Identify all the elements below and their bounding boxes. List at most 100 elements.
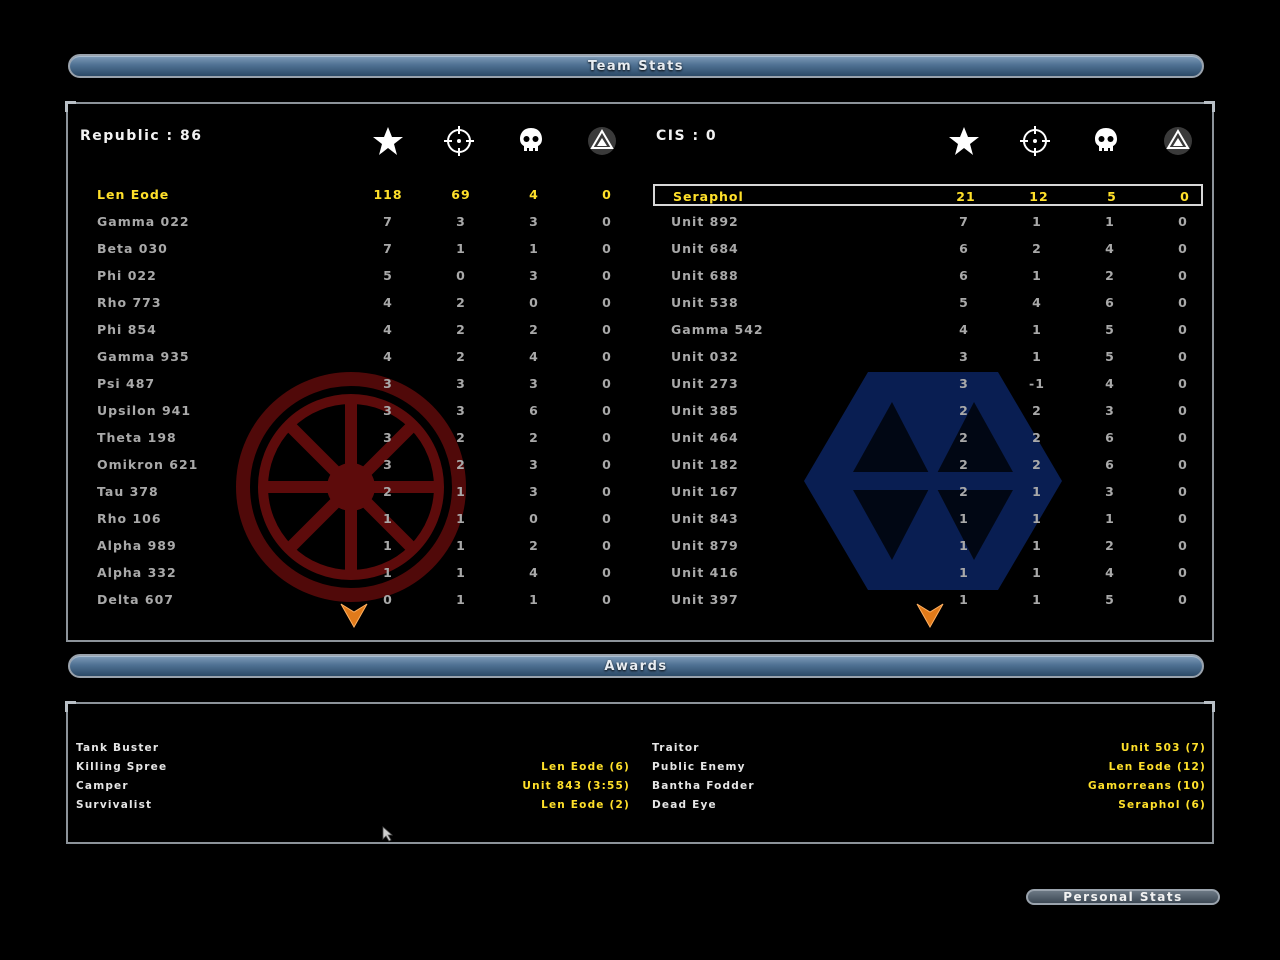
- cis-player-row-highlighted[interactable]: Seraphol 21 12 5 0: [653, 184, 1203, 206]
- player-kills: 3: [456, 214, 466, 229]
- republic-player-row[interactable]: Rho 773 4 2 0 0: [68, 292, 618, 314]
- player-deaths: 2: [1105, 538, 1115, 553]
- cis-player-row[interactable]: Unit 416 1 1 4 0: [653, 562, 1203, 584]
- player-name: Unit 843: [671, 511, 739, 526]
- cis-player-row[interactable]: Unit 385 2 2 3 0: [653, 400, 1203, 422]
- cis-player-row[interactable]: Unit 892 7 1 1 0: [653, 211, 1203, 233]
- republic-player-row[interactable]: Beta 030 7 1 1 0: [68, 238, 618, 260]
- player-cp: 0: [1178, 376, 1188, 391]
- award-winner: Len Eode (2): [541, 799, 630, 811]
- player-cp: 0: [602, 187, 612, 202]
- player-kills: 1: [456, 241, 466, 256]
- republic-player-row[interactable]: Gamma 022 7 3 3 0: [68, 211, 618, 233]
- player-points: 1: [959, 538, 969, 553]
- player-deaths: 0: [529, 511, 539, 526]
- republic-player-row[interactable]: Alpha 989 1 1 2 0: [68, 535, 618, 557]
- player-points: 4: [383, 295, 393, 310]
- cis-player-row[interactable]: Unit 032 3 1 5 0: [653, 346, 1203, 368]
- personal-stats-button[interactable]: Personal Stats: [1026, 889, 1220, 905]
- republic-player-row[interactable]: Gamma 935 4 2 4 0: [68, 346, 618, 368]
- republic-player-row-highlighted[interactable]: Len Eode 118 69 4 0: [68, 184, 618, 206]
- cis-player-row[interactable]: Unit 684 6 2 4 0: [653, 238, 1203, 260]
- player-points: 3: [959, 349, 969, 364]
- cis-player-row[interactable]: Unit 167 2 1 3 0: [653, 481, 1203, 503]
- cis-player-row[interactable]: Gamma 542 4 1 5 0: [653, 319, 1203, 341]
- player-kills: -1: [1029, 376, 1045, 391]
- republic-player-row[interactable]: Tau 378 2 1 3 0: [68, 481, 618, 503]
- player-name: Phi 854: [97, 322, 157, 337]
- republic-scroll-down-arrow-icon[interactable]: [340, 602, 368, 628]
- team-stats-header: Team Stats: [68, 54, 1204, 78]
- player-kills: 12: [1029, 189, 1049, 204]
- republic-player-row[interactable]: Psi 487 3 3 3 0: [68, 373, 618, 395]
- player-kills: 1: [456, 511, 466, 526]
- player-deaths: 1: [1105, 511, 1115, 526]
- player-name: Upsilon 941: [97, 403, 192, 418]
- player-name: Len Eode: [97, 187, 170, 202]
- player-deaths: 4: [529, 349, 539, 364]
- republic-player-row[interactable]: Phi 854 4 2 2 0: [68, 319, 618, 341]
- award-winner: Len Eode (12): [1108, 761, 1206, 773]
- player-kills: 1: [456, 538, 466, 553]
- republic-player-row[interactable]: Theta 198 3 2 2 0: [68, 427, 618, 449]
- personal-stats-label: Personal Stats: [1063, 890, 1183, 904]
- player-deaths: 4: [529, 565, 539, 580]
- kills-crosshair-icon: [1018, 124, 1052, 158]
- award-winner: Unit 843 (3:55): [522, 780, 630, 792]
- player-name: Unit 879: [671, 538, 739, 553]
- player-kills: 2: [456, 430, 466, 445]
- player-deaths: 4: [1105, 241, 1115, 256]
- republic-player-row[interactable]: Upsilon 941 3 3 6 0: [68, 400, 618, 422]
- player-deaths: 2: [1105, 268, 1115, 283]
- cis-scroll-down-arrow-icon[interactable]: [916, 602, 944, 628]
- player-cp: 0: [602, 592, 612, 607]
- player-kills: 2: [1032, 241, 1042, 256]
- player-name: Rho 106: [97, 511, 162, 526]
- player-deaths: 6: [1105, 457, 1115, 472]
- player-kills: 2: [456, 295, 466, 310]
- player-name: Unit 684: [671, 241, 739, 256]
- player-points: 7: [383, 214, 393, 229]
- cis-player-row[interactable]: Unit 464 2 2 6 0: [653, 427, 1203, 449]
- republic-player-row[interactable]: Omikron 621 3 2 3 0: [68, 454, 618, 476]
- player-cp: 0: [602, 268, 612, 283]
- cis-player-row[interactable]: Unit 688 6 1 2 0: [653, 265, 1203, 287]
- cis-player-row[interactable]: Unit 273 3 -1 4 0: [653, 373, 1203, 395]
- player-name: Rho 773: [97, 295, 162, 310]
- player-deaths: 5: [1105, 322, 1115, 337]
- cis-player-row[interactable]: Unit 538 5 4 6 0: [653, 292, 1203, 314]
- player-points: 118: [373, 187, 403, 202]
- player-cp: 0: [1180, 189, 1190, 204]
- award-winner: Gamorreans (10): [1087, 780, 1206, 792]
- player-points: 2: [383, 484, 393, 499]
- player-name: Seraphol: [673, 189, 744, 204]
- cis-player-row[interactable]: Unit 182 2 2 6 0: [653, 454, 1203, 476]
- awards-header: Awards: [68, 654, 1204, 678]
- player-cp: 0: [1178, 430, 1188, 445]
- player-points: 4: [383, 322, 393, 337]
- award-winner: Unit 503 (7): [1120, 742, 1206, 754]
- player-cp: 0: [1178, 322, 1188, 337]
- player-deaths: 3: [529, 214, 539, 229]
- player-cp: 0: [1178, 349, 1188, 364]
- republic-player-row[interactable]: Phi 022 5 0 3 0: [68, 265, 618, 287]
- award-winner: Seraphol (6): [1118, 799, 1206, 811]
- player-points: 7: [959, 214, 969, 229]
- deaths-skull-icon: [514, 124, 548, 158]
- republic-player-row[interactable]: Alpha 332 1 1 4 0: [68, 562, 618, 584]
- player-cp: 0: [602, 484, 612, 499]
- player-deaths: 2: [529, 538, 539, 553]
- player-name: Unit 385: [671, 403, 739, 418]
- player-name: Psi 487: [97, 376, 156, 391]
- cis-player-row[interactable]: Unit 879 1 1 2 0: [653, 535, 1203, 557]
- player-cp: 0: [602, 214, 612, 229]
- player-deaths: 3: [529, 457, 539, 472]
- player-name: Unit 182: [671, 457, 739, 472]
- player-name: Unit 464: [671, 430, 739, 445]
- player-name: Omikron 621: [97, 457, 199, 472]
- player-deaths: 3: [1105, 484, 1115, 499]
- republic-player-row[interactable]: Rho 106 1 1 0 0: [68, 508, 618, 530]
- player-deaths: 0: [529, 295, 539, 310]
- cis-player-row[interactable]: Unit 843 1 1 1 0: [653, 508, 1203, 530]
- command-post-icon: [1161, 124, 1195, 158]
